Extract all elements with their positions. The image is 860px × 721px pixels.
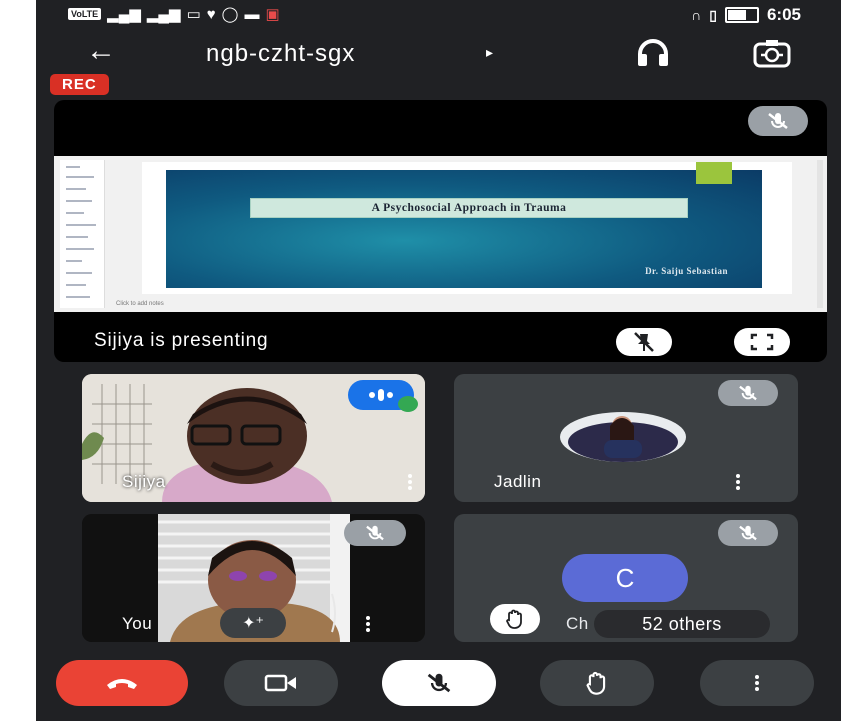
muted-indicator (718, 380, 778, 406)
participant-name: You (122, 614, 153, 633)
more-vert-icon (753, 673, 761, 693)
clock: 6:05 (766, 5, 801, 24)
phone-hangup-icon (107, 679, 137, 689)
slide-background: A Psychosocial Approach in Trauma Dr. Sa… (166, 162, 762, 288)
whatsapp-icon: ◯ (221, 6, 239, 23)
participant-tile-others[interactable]: C Ch 52 others (454, 514, 798, 642)
slide-notes-hint: Click to add notes (116, 301, 164, 307)
slide-scrollbar (817, 160, 823, 308)
mic-off-icon (768, 113, 788, 129)
slide-title: A Psychosocial Approach in Trauma (250, 198, 688, 218)
muted-indicator (718, 520, 778, 546)
hand-icon (506, 609, 522, 629)
headset-status-icon: ∩ (691, 7, 702, 23)
mic-off-icon (739, 525, 757, 541)
videocam-icon (264, 674, 296, 692)
unpin-icon (634, 332, 654, 352)
muted-indicator (344, 520, 406, 546)
mic-off-icon (366, 525, 384, 541)
video-icon: ▬ (244, 5, 260, 23)
muted-indicator (748, 106, 808, 136)
status-right-icons: ∩ ▯ 6:05 (691, 5, 801, 25)
microphone-button[interactable] (382, 660, 496, 706)
status-bar: VoLTE ▂▄▆ ▂▄▆ ▭ ♥ ◯ ▬ ▣ ∩ ▯ 6:05 (36, 0, 841, 30)
back-arrow-icon[interactable]: ← (86, 36, 116, 66)
participant-tile-sijiya[interactable]: Sijiya (82, 374, 425, 502)
slide-thumbnails (60, 160, 105, 308)
participant-tile-jadlin[interactable]: Jadlin (454, 374, 798, 502)
presentation-card: A Psychosocial Approach in Trauma Dr. Sa… (54, 100, 827, 362)
volte-badge: VoLTE (68, 8, 102, 20)
participant-name: Sijiya (122, 472, 166, 491)
status-left-icons: VoLTE ▂▄▆ ▂▄▆ ▭ ♥ ◯ ▬ ▣ (68, 5, 280, 23)
meet-screen: VoLTE ▂▄▆ ▂▄▆ ▭ ♥ ◯ ▬ ▣ ∩ ▯ 6:05 ← ngb-c… (36, 0, 841, 721)
sparkle-icon: ✦⁺ (242, 615, 264, 632)
switch-camera-icon[interactable] (752, 36, 792, 70)
avatar: C (562, 554, 688, 602)
raise-hand-button[interactable] (540, 660, 654, 706)
slide-author: Dr. Saiju Sebastian (645, 266, 728, 276)
meeting-toolbar: ← ngb-czht-sgx ▸ (36, 30, 841, 76)
battery-icon (724, 7, 759, 23)
location-icon: ♥ (206, 5, 216, 23)
signal-icon: ▂▄▆ (107, 6, 141, 23)
fullscreen-button[interactable] (734, 328, 790, 356)
mic-off-icon (739, 385, 757, 401)
effects-button[interactable]: ✦⁺ (220, 608, 286, 638)
hand-icon (586, 671, 606, 695)
slide-canvas: A Psychosocial Approach in Trauma Dr. Sa… (142, 162, 792, 294)
more-vert-icon[interactable] (406, 472, 414, 492)
end-call-button[interactable] (56, 660, 188, 706)
effect-dot (398, 396, 418, 412)
call-controls (36, 650, 841, 721)
fullscreen-icon (750, 333, 774, 351)
more-options-button[interactable] (700, 660, 814, 706)
raised-hand-indicator (490, 604, 540, 634)
participant-name: Ch (566, 614, 589, 633)
message-icon: ▭ (186, 6, 201, 23)
headphones-icon[interactable] (636, 38, 670, 68)
participant-name: Jadlin (494, 472, 542, 491)
participant-tile-you[interactable]: You ✦⁺ (82, 514, 425, 642)
others-count-button[interactable]: 52 others (594, 610, 770, 638)
mic-off-icon (427, 673, 451, 693)
camera-button[interactable] (224, 660, 338, 706)
unpin-button[interactable] (616, 328, 672, 356)
avatar (560, 412, 686, 462)
meeting-code[interactable]: ngb-czht-sgx (206, 40, 355, 68)
more-vert-icon[interactable] (734, 472, 742, 492)
slide-accent (696, 162, 732, 184)
signal-icon: ▂▄▆ (146, 6, 181, 23)
audio-level-icon (369, 389, 393, 401)
expand-arrow-icon[interactable]: ▸ (486, 44, 493, 61)
shared-screen: A Psychosocial Approach in Trauma Dr. Sa… (54, 156, 827, 312)
more-vert-icon[interactable] (364, 614, 372, 634)
vibrate-icon: ▯ (709, 6, 717, 23)
gallery-icon: ▣ (265, 6, 280, 23)
recording-badge: REC (50, 74, 109, 95)
presenting-label: Sijiya is presenting (94, 330, 269, 351)
